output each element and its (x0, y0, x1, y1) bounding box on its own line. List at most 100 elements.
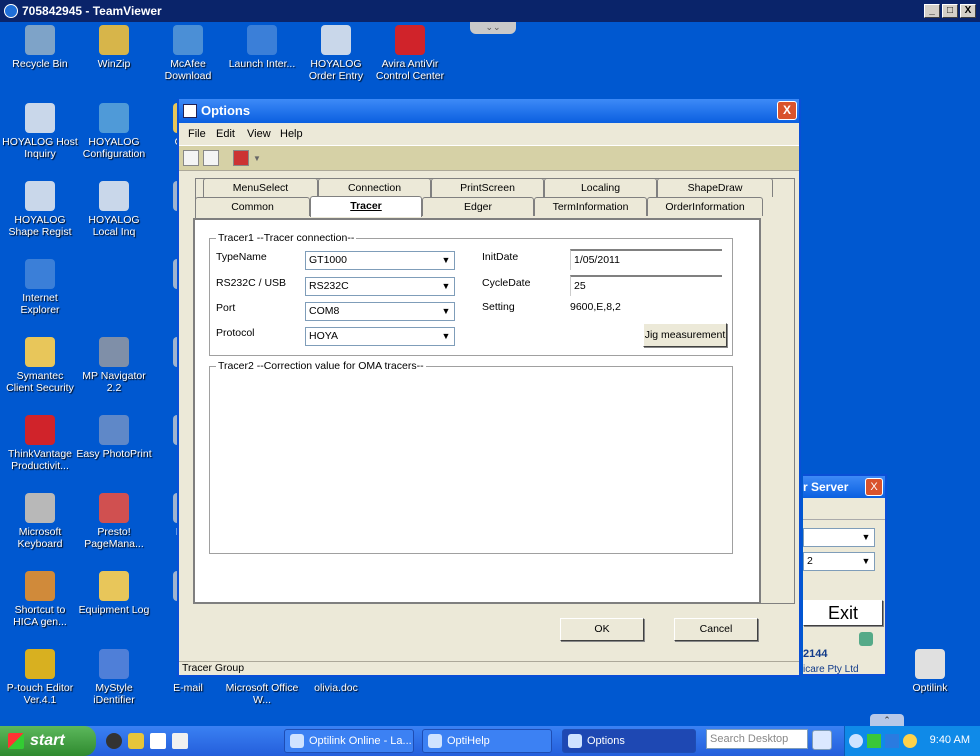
rs232-select[interactable]: RS232C ▼ (305, 277, 455, 296)
desktop-icon-label: Easy PhotoPrint (76, 448, 152, 460)
tab-edger[interactable]: Edger (422, 197, 534, 216)
server-select-2[interactable]: 2 ▼ (803, 552, 875, 571)
menu-view[interactable]: View (247, 128, 271, 140)
minimize-button[interactable]: _ (924, 4, 940, 18)
options-close-button[interactable]: X (777, 101, 797, 120)
typename-value: GT1000 (309, 254, 347, 266)
server-divider (803, 506, 885, 520)
desktop-icon[interactable]: HOYALOG Shape Regist (2, 181, 78, 238)
task-options[interactable]: Options (562, 729, 696, 753)
desktop-icon[interactable]: Equipment Log (76, 571, 152, 616)
desktop-icon[interactable]: ThinkVantage Productivit... (2, 415, 78, 472)
jig-measurement-button[interactable]: Jig measurement (643, 323, 727, 347)
exit-icon[interactable] (233, 150, 249, 166)
task-optihelp-label: OptiHelp (447, 735, 490, 747)
ie-icon (247, 25, 277, 55)
windows-logo-icon (8, 733, 24, 749)
close-button[interactable]: X (960, 4, 976, 18)
chevron-down-icon: ▼ (858, 553, 874, 570)
desktop-icon-label: P-touch Editor Ver.4.1 (6, 682, 74, 706)
taskbar: start Optilink Online - La... OptiHelp O… (0, 714, 980, 756)
menu-edit[interactable]: Edit (216, 128, 235, 140)
desktop-icon-label: MP Navigator 2.2 (82, 370, 146, 394)
word-icon[interactable] (150, 733, 166, 749)
network-icon (859, 632, 873, 646)
desktop-icon[interactable]: WinZip (76, 25, 152, 70)
start-button[interactable]: start (0, 726, 96, 756)
maximize-button[interactable]: □ (942, 4, 958, 18)
desktop-icon[interactable]: P-touch Editor Ver.4.1 (2, 649, 78, 706)
desktop-icon-label: olivia.doc (314, 682, 358, 694)
desktop-icon[interactable]: Internet Explorer (2, 259, 78, 316)
options-titlebar: Options X (179, 99, 799, 123)
tab-printscreen[interactable]: PrintScreen (431, 178, 544, 197)
initdate-input[interactable]: 1/05/2011 (570, 249, 722, 270)
desktop-icon-label: MyStyle iDentifier (93, 682, 135, 706)
tray-icon-2[interactable] (885, 734, 899, 748)
keyboard-icon (25, 493, 55, 523)
teamviewer-panel-toggle[interactable]: ⌄⌄ (470, 22, 516, 34)
recycle-bin-icon (25, 25, 55, 55)
desktop-icon[interactable]: Avira AntiVir Control Center (372, 25, 448, 82)
tab-menuselect[interactable]: MenuSelect (203, 178, 318, 197)
server-title-text: r Server (803, 480, 849, 494)
desktop-icon[interactable]: Recycle Bin (2, 25, 78, 70)
desktop-icon-label: HOYALOG Configuration (82, 136, 146, 160)
desktop-icon-label: Symantec Client Security (6, 370, 74, 394)
desktop-icon[interactable]: Microsoft Keyboard (2, 493, 78, 550)
quicklaunch-icon-1[interactable] (106, 733, 122, 749)
tab-terminformation[interactable]: TermInformation (534, 197, 647, 216)
cancel-button[interactable]: Cancel (674, 618, 758, 641)
desktop-icon[interactable]: HOYALOG Local Inq (76, 181, 152, 238)
tracer1-group-label: Tracer1 --Tracer connection-- (216, 232, 357, 244)
tab-tracer[interactable]: Tracer (310, 196, 422, 217)
tab-localing[interactable]: Localing (544, 178, 657, 197)
desktop-icon-label: Internet Explorer (20, 292, 60, 316)
chevron-down-icon: ▼ (858, 529, 874, 546)
desktop-icon[interactable]: HOYALOG Configuration (76, 103, 152, 160)
server-select-1[interactable]: ▼ (803, 528, 875, 547)
server-close-button[interactable]: X (865, 478, 883, 496)
desktop-icon[interactable]: MP Navigator 2.2 (76, 337, 152, 394)
desktop-icon-label: Equipment Log (78, 604, 150, 616)
typename-select[interactable]: GT1000 ▼ (305, 251, 455, 270)
back-arrow-icon[interactable] (849, 734, 863, 748)
print-icon[interactable] (203, 150, 219, 166)
task-optilink[interactable]: Optilink Online - La... (284, 729, 414, 753)
desktop-icon[interactable]: Optilink (892, 649, 968, 694)
teamviewer-icon (4, 4, 18, 18)
desktop-icon[interactable]: HOYALOG Order Entry (298, 25, 374, 82)
desktop-icon[interactable]: Easy PhotoPrint (76, 415, 152, 460)
exit-button[interactable]: Exit (803, 600, 883, 626)
desktop-icon[interactable]: Launch Inter... (224, 25, 300, 70)
search-icon[interactable] (183, 150, 199, 166)
ok-button[interactable]: OK (560, 618, 644, 641)
desktop-icon[interactable]: McAfee Download (150, 25, 226, 82)
options-title: Options (201, 103, 251, 118)
tab-common[interactable]: Common (195, 197, 310, 216)
cycledate-input[interactable]: 25 (570, 275, 722, 296)
desktop-icon[interactable]: Presto! PageMana... (76, 493, 152, 550)
tab-connection[interactable]: Connection (318, 178, 431, 197)
desktop-icon[interactable]: MyStyle iDentifier (76, 649, 152, 706)
desktop-icon[interactable]: Shortcut to HICA gen... (2, 571, 78, 628)
start-label: start (30, 732, 65, 749)
search-icon[interactable] (812, 730, 832, 750)
tab-orderinformation[interactable]: OrderInformation (647, 197, 763, 216)
protocol-select[interactable]: HOYA ▼ (305, 327, 455, 346)
search-desktop-input[interactable]: Search Desktop (706, 729, 808, 749)
menu-help[interactable]: Help (280, 128, 303, 140)
port-select[interactable]: COM8 ▼ (305, 302, 455, 321)
tray-icon-1[interactable] (867, 734, 881, 748)
chevron-up-icon[interactable]: ⌃ (870, 714, 904, 726)
desktop-icon[interactable]: HOYALOG Host Inquiry (2, 103, 78, 160)
tab-shapedraw[interactable]: ShapeDraw (657, 178, 773, 197)
task-optihelp[interactable]: OptiHelp (422, 729, 552, 753)
quicklaunch-icon-2[interactable] (128, 733, 144, 749)
hica-icon (25, 571, 55, 601)
quicklaunch-icon-4[interactable] (172, 733, 188, 749)
chevron-down-icon[interactable]: ▼ (253, 154, 261, 163)
tray-icon-3[interactable] (903, 734, 917, 748)
desktop-icon[interactable]: Symantec Client Security (2, 337, 78, 394)
menu-file[interactable]: File (188, 128, 206, 140)
